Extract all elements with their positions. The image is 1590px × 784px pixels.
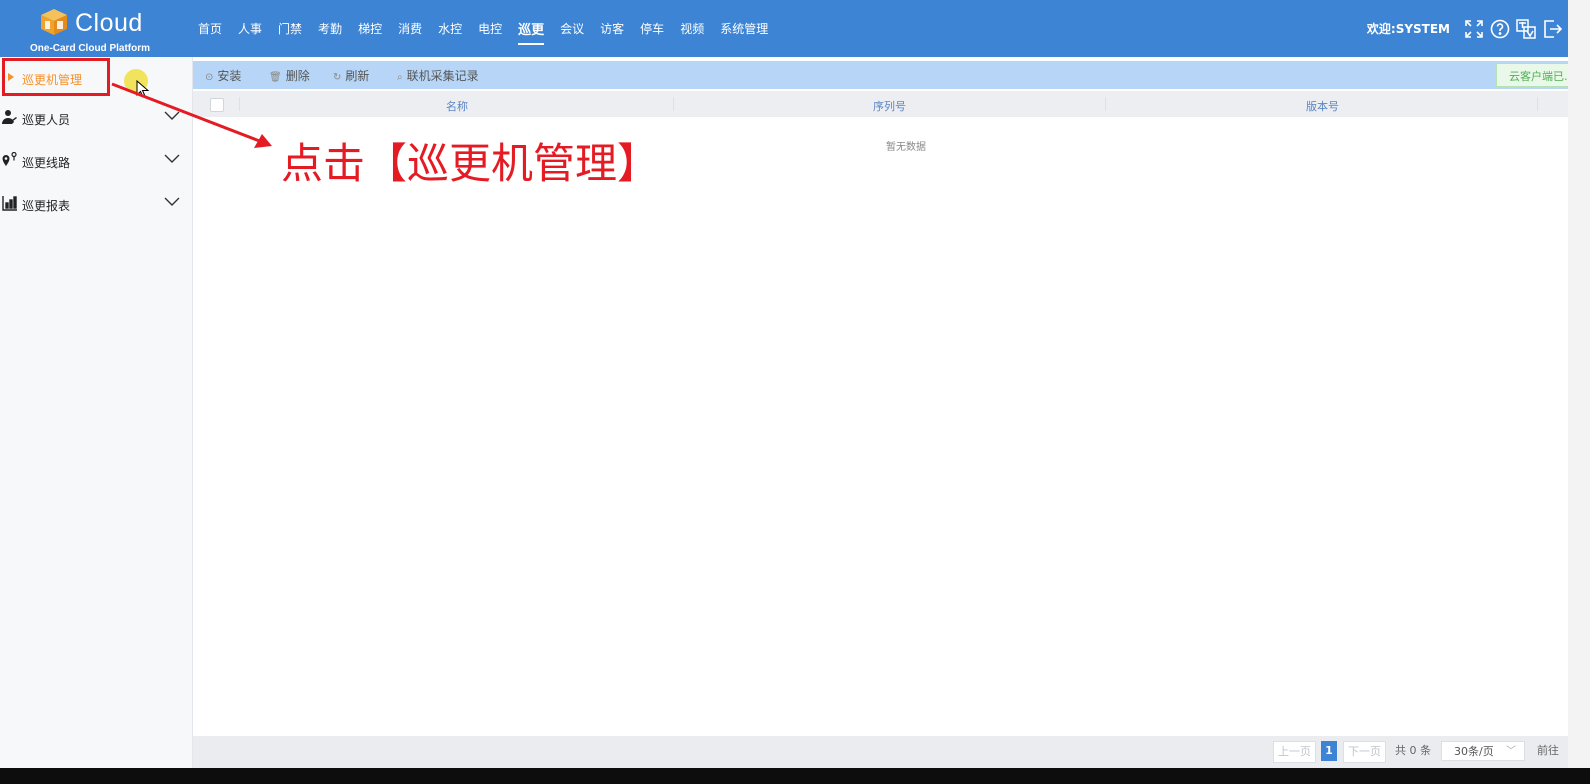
logo-subtitle: One-Card Cloud Platform [30,43,151,54]
annotation-callout: 点击【巡更机管理】 [281,139,660,188]
help-icon[interactable] [1490,19,1510,39]
chevron-down-icon[interactable] [164,153,180,165]
nav-item-13[interactable]: 系统管理 [720,20,768,37]
screen-bottom-bar [0,768,1590,784]
nav-item-2[interactable]: 门禁 [278,20,302,37]
select-all-checkbox[interactable] [210,98,224,112]
chevron-down-icon[interactable] [164,196,180,208]
column-divider [673,97,674,111]
header-actions: 欢迎:SYSTEM [1367,0,1568,57]
nav-item-9[interactable]: 会议 [560,20,584,37]
online-collect-label: 联机采集记录 [406,69,479,83]
page-1-button[interactable]: 1 [1321,741,1337,761]
empty-table-text: 暂无数据 [886,142,926,153]
nav-item-7[interactable]: 电控 [478,20,502,37]
sidebar-item-patrol-reports[interactable]: 巡更报表 [0,188,192,218]
trash-icon: 🗑 [269,72,282,83]
delete-button[interactable]: 🗑 删除 [269,67,310,84]
mouse-cursor-icon [136,79,150,98]
sidebar-item-label: 巡更人员 [22,113,71,127]
language-icon[interactable] [1516,18,1536,39]
column-header-name[interactable]: 名称 [446,98,468,114]
prev-page-button[interactable]: 上一页 [1273,741,1316,763]
refresh-button[interactable]: ↻ 刷新 [333,67,369,84]
nav-item-4[interactable]: 梯控 [358,20,382,37]
table-header: 名称 序列号 版本号 [193,91,1568,117]
refresh-icon: ↻ [333,72,342,83]
logout-icon[interactable] [1542,19,1562,39]
refresh-label: 刷新 [345,69,370,83]
nav-item-11[interactable]: 停车 [640,20,664,37]
page-size-select[interactable]: 30条/页 ﹀ [1441,741,1525,761]
nav-item-1[interactable]: 人事 [238,20,262,37]
app-window: Cloud One-Card Cloud Platform 首页 人事 门禁 考勤 梯控… [0,0,1568,768]
search-icon: ⌕ [397,72,403,83]
cloud-client-status-badge: 云客户端已... [1496,63,1568,87]
sidebar-item-patrol-staff[interactable]: 巡更人员 [0,102,192,132]
column-divider [1537,97,1538,111]
online-collect-records-button[interactable]: ⌕ 联机采集记录 [397,67,479,84]
welcome-user: 欢迎:SYSTEM [1366,22,1450,36]
chevron-down-icon: ﹀ [1506,746,1516,757]
top-header: Cloud One-Card Cloud Platform 首页 人事 门禁 考勤 梯控… [0,0,1568,57]
sidebar: 巡更机管理 巡更人员 巡更线路 巡更报表 [0,57,193,768]
toolbar: ⊙ 安装 🗑 删除 ↻ 刷新 ⌕ 联机采集记录 云客户端已... [193,61,1568,89]
install-button[interactable]: ⊙ 安装 [205,67,241,84]
sidebar-item-label: 巡更线路 [22,156,71,170]
nav-item-3[interactable]: 考勤 [318,20,342,37]
top-nav: 首页 人事 门禁 考勤 梯控 消费 水控 电控 巡更 会议 访客 停车 视频 系统管理 [198,0,784,57]
route-pin-icon [2,151,18,168]
fullscreen-icon[interactable] [1464,19,1484,39]
install-label: 安装 [217,69,242,83]
next-page-button[interactable]: 下一页 [1343,741,1386,763]
sidebar-item-patrol-routes[interactable]: 巡更线路 [0,145,192,175]
nav-item-0[interactable]: 首页 [198,20,222,37]
person-icon [2,109,18,125]
total-count: 共 0 条 [1395,744,1431,757]
nav-item-10[interactable]: 访客 [600,20,624,37]
nav-item-6[interactable]: 水控 [438,20,462,37]
page-size-value: 30条/页 [1454,745,1494,758]
install-icon: ⊙ [205,72,214,83]
nav-item-12[interactable]: 视频 [680,20,704,37]
chevron-down-icon[interactable] [164,110,180,122]
pagination-bar: 上一页 1 下一页 共 0 条 30条/页 ﹀ 前往 [193,736,1568,768]
logo[interactable]: Cloud One-Card Cloud Platform [30,5,170,55]
logo-cube-icon [39,7,69,37]
nav-item-8[interactable]: 巡更 [518,19,545,45]
delete-label: 删除 [285,69,310,83]
column-divider [1105,97,1106,111]
nav-item-5[interactable]: 消费 [398,20,422,37]
logo-wordmark: Cloud [75,9,143,37]
column-header-serial[interactable]: 序列号 [873,98,906,114]
goto-page-label: 前往 [1537,744,1559,757]
column-divider [239,97,240,111]
column-header-version[interactable]: 版本号 [1306,98,1339,114]
window-edge [1568,0,1590,768]
sidebar-item-label: 巡更报表 [22,199,71,213]
bar-report-icon [2,195,18,211]
highlight-box [2,58,110,96]
